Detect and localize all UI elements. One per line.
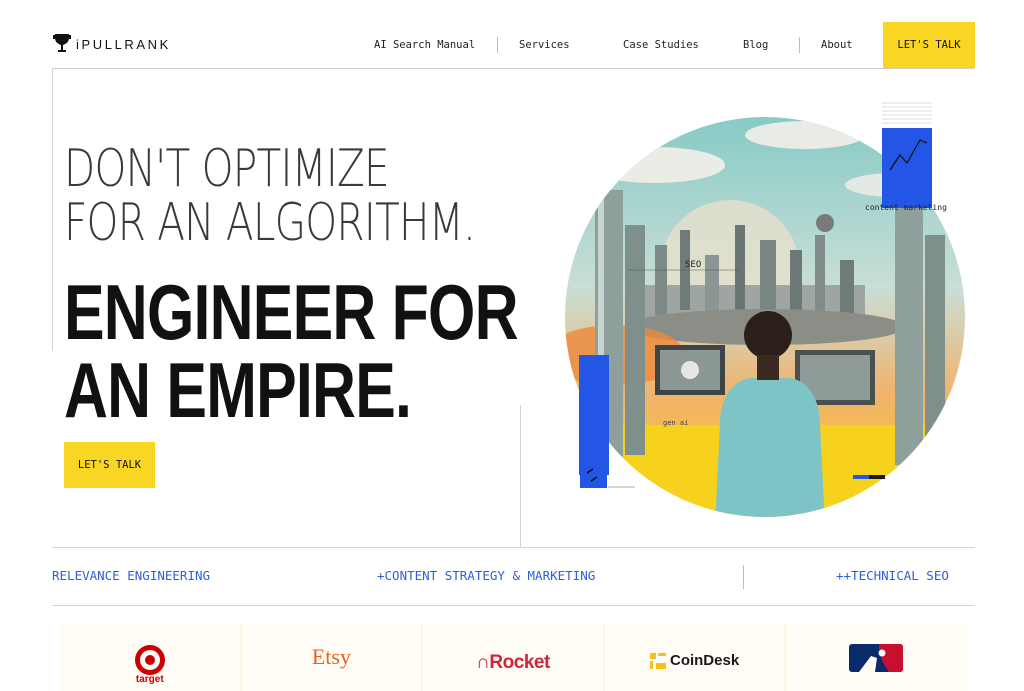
target-logo-icon <box>134 645 165 675</box>
site-header: iPULLRANK AI Search Manual Services Case… <box>52 22 975 69</box>
art-label-content: content marketing <box>865 203 947 212</box>
nav-about[interactable]: About <box>821 39 853 51</box>
divider <box>52 547 975 548</box>
rocket-logo-icon: ∩ <box>476 652 490 673</box>
divider <box>52 605 975 606</box>
coindesk-logo-icon <box>649 652 666 669</box>
rocket-logo-text: Rocket <box>489 652 550 673</box>
client-coindesk: CoinDesk <box>604 624 785 691</box>
etsy-logo: Etsy <box>311 644 351 669</box>
rocket-logo: ∩Rocket <box>476 644 550 674</box>
target-logo-text: target <box>135 674 164 685</box>
client-target: target <box>60 624 240 691</box>
hero-headline-line-3: ENGINEER FOR <box>64 268 519 356</box>
service-divider <box>743 565 744 589</box>
service-content-strategy[interactable]: +CONTENT STRATEGY & MARKETING <box>377 568 595 583</box>
nav-ai-search-manual[interactable]: AI Search Manual <box>374 39 475 51</box>
nav-divider <box>799 37 800 53</box>
art-label-seo: SEO <box>685 260 701 270</box>
art-label-gen-ai: gen ai <box>663 419 688 427</box>
lets-talk-button[interactable]: LET'S TALK <box>883 22 975 68</box>
nav-case-studies[interactable]: Case Studies <box>623 39 699 51</box>
logo-text: iPULLRANK <box>76 36 171 52</box>
client-etsy: Etsy <box>241 624 422 691</box>
nav-divider <box>497 37 498 53</box>
trophy-icon <box>53 34 71 52</box>
service-technical-seo[interactable]: ++TECHNICAL SEO <box>836 568 949 583</box>
hero-headline-line-4: AN EMPIRE. <box>64 346 412 434</box>
client-mlb <box>786 624 966 691</box>
nav-blog[interactable]: Blog <box>743 39 768 51</box>
hero-headline-line-1: DON'T OPTIMIZE <box>64 139 390 199</box>
logo[interactable]: iPULLRANK <box>52 32 171 56</box>
mlb-logo-icon <box>849 644 904 672</box>
coindesk-logo: CoinDesk <box>649 644 740 669</box>
hero-lets-talk-button[interactable]: LET'S TALK <box>64 442 155 488</box>
client-logos: target Etsy ∩Rocket CoinDesk <box>60 624 966 691</box>
divider <box>52 69 53 351</box>
hero-headline-line-2: FOR AN ALGORITHM. <box>64 193 476 253</box>
divider <box>520 405 521 547</box>
nav-services[interactable]: Services <box>519 39 570 51</box>
client-rocket: ∩Rocket <box>423 624 603 691</box>
hero-illustration: content marketing SEO gen ai <box>565 102 965 517</box>
service-relevance-engineering[interactable]: RELEVANCE ENGINEERING <box>52 568 210 583</box>
coindesk-logo-text: CoinDesk <box>669 652 740 669</box>
